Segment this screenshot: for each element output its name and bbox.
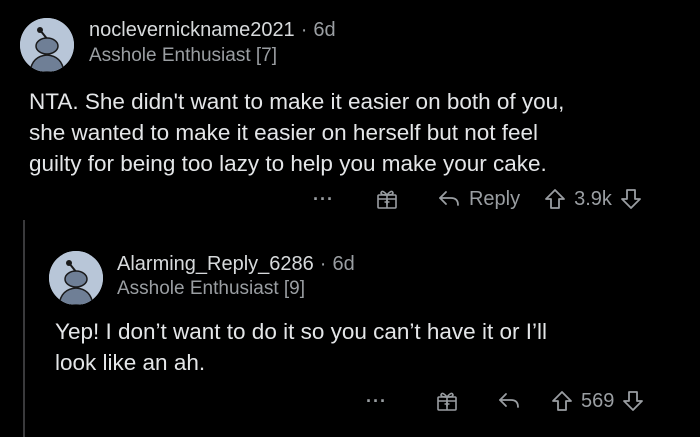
downvote-button[interactable]	[622, 390, 644, 412]
comment-top: noclevernickname2021 · 6d Asshole Enthusia…	[0, 0, 700, 220]
award-button[interactable]	[435, 389, 459, 413]
comment-body: Yep! I don’t want to do it so you can’t …	[55, 316, 685, 378]
user-flair: Asshole Enthusiast [9]	[117, 278, 305, 299]
comment-actions: ··· Reply 3.9k	[313, 185, 642, 213]
snoo-avatar-icon	[49, 251, 103, 305]
downvote-button[interactable]	[620, 188, 642, 210]
more-options-icon[interactable]: ···	[366, 391, 387, 412]
comment-age: 6d	[313, 19, 336, 41]
avatar[interactable]	[49, 251, 103, 305]
comment-body-line: she wanted to make it easier on herself …	[29, 120, 539, 145]
downvote-arrow-icon	[621, 189, 641, 209]
comment-username[interactable]: noclevernickname2021 · 6d	[89, 19, 336, 42]
comment-body-line: NTA. She didn't want to make it easier o…	[29, 89, 565, 114]
user-flair: Asshole Enthusiast [7]	[89, 45, 277, 66]
separator-dot: ·	[300, 19, 308, 41]
vote-score: 3.9k	[574, 187, 612, 210]
comment-body-line: guilty for being too lazy to help you ma…	[29, 151, 547, 176]
comment-body-line: look like an ah.	[55, 350, 206, 375]
reply-arrow-icon	[499, 393, 519, 408]
comment-age: 6d	[332, 253, 355, 275]
comment-actions: ··· 569	[366, 387, 644, 415]
comment-username[interactable]: Alarming_Reply_6286 · 6d	[117, 253, 355, 276]
separator-dot: ·	[319, 253, 327, 275]
avatar[interactable]	[20, 18, 74, 72]
upvote-arrow-icon	[552, 391, 572, 411]
upvote-button[interactable]	[544, 188, 566, 210]
gift-award-icon	[377, 190, 397, 209]
username-text[interactable]: noclevernickname2021	[89, 19, 295, 41]
vote-score: 569	[580, 389, 615, 412]
reply-button[interactable]: Reply	[437, 188, 520, 211]
comment-body: NTA. She didn't want to make it easier o…	[29, 86, 689, 179]
gift-award-icon	[437, 392, 457, 411]
reply-button[interactable]	[497, 391, 521, 411]
more-options-icon[interactable]: ···	[313, 189, 334, 210]
comment-reply: Alarming_Reply_6286 · 6d Asshole Enthusias…	[0, 220, 700, 437]
comment-body-line: Yep! I don’t want to do it so you can’t …	[55, 319, 547, 344]
snoo-avatar-icon	[20, 18, 74, 72]
reply-arrow-icon	[439, 191, 459, 206]
reply-label[interactable]: Reply	[469, 188, 520, 211]
award-button[interactable]	[375, 187, 399, 211]
username-text[interactable]: Alarming_Reply_6286	[117, 253, 314, 275]
upvote-arrow-icon	[545, 189, 566, 209]
upvote-button[interactable]	[551, 390, 573, 412]
downvote-arrow-icon	[623, 391, 644, 411]
